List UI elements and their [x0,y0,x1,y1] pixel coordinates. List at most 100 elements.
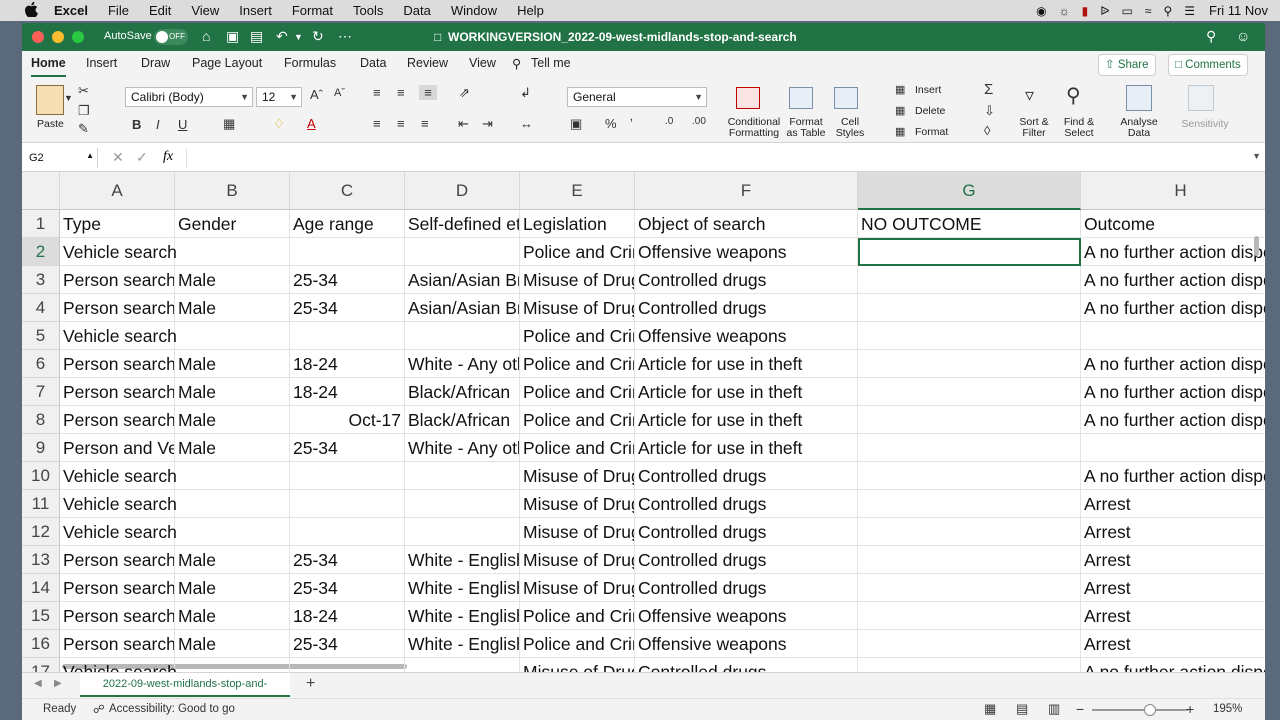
cell-g13[interactable] [858,546,1081,574]
more-commands-icon[interactable]: ⋯ [338,28,352,45]
row-header-16[interactable]: 16 [22,630,60,658]
menu-insert[interactable]: Insert [239,3,272,18]
font-color-icon[interactable]: A [307,116,316,131]
column-header-e[interactable]: E [520,172,635,210]
spotlight-search-icon[interactable]: ⚲ [1163,4,1172,18]
column-header-g[interactable]: G [858,172,1081,210]
cell-b10[interactable] [175,462,290,490]
cell-h7[interactable]: A no further action disposal [1081,378,1265,406]
cell-h17[interactable]: A no further action disposal [1081,658,1265,672]
row-header-14[interactable]: 14 [22,574,60,602]
cell-a5[interactable]: Vehicle search [60,322,177,350]
cell-b11[interactable] [175,490,290,518]
zoom-window-button[interactable] [72,31,84,43]
menu-format[interactable]: Format [292,3,333,18]
close-window-button[interactable] [32,31,44,43]
row-header-2[interactable]: 2 [22,238,60,266]
paste-clipboard-icon[interactable] [36,85,64,115]
cell-h11[interactable]: Arrest [1081,490,1265,518]
tab-formulas[interactable]: Formulas [284,56,336,70]
find-select-label-2[interactable]: Select [1060,128,1098,139]
row-header-5[interactable]: 5 [22,322,60,350]
conditional-formatting-label-2[interactable]: Formatting [722,128,786,139]
cell-d7[interactable]: Black/African [405,378,520,406]
wifi-icon[interactable]: ≈ [1145,4,1152,18]
row-header-9[interactable]: 9 [22,434,60,462]
row-header-3[interactable]: 3 [22,266,60,294]
cell-g10[interactable] [858,462,1081,490]
format-cells-icon[interactable]: ▦ [895,125,905,138]
paste-chevron-icon[interactable]: ▼ [64,93,73,103]
cell-f11[interactable]: Controlled drugs [635,490,858,518]
cell-g11[interactable] [858,490,1081,518]
cell-e3[interactable]: Misuse of Drugs Act 1971 [520,266,635,294]
delete-cells-icon[interactable]: ▦ [895,104,905,117]
cell-a6[interactable]: Person search [60,350,175,378]
cell-b13[interactable]: Male [175,546,290,574]
cell-g7[interactable] [858,378,1081,406]
cell-b5[interactable] [175,322,290,350]
cell-d3[interactable]: Asian/Asian British [405,266,520,294]
paste-label[interactable]: Paste [37,119,64,130]
cell-e11[interactable]: Misuse of Drugs Act 1971 [520,490,635,518]
cell-c17[interactable] [290,658,405,672]
cell-h16[interactable]: Arrest [1081,630,1265,658]
vertical-scrollbar[interactable] [1254,236,1259,256]
cell-b17[interactable] [175,658,290,672]
cell-g14[interactable] [858,574,1081,602]
cell-f1[interactable]: Object of search [635,210,858,238]
analyse-data-label-2[interactable]: Data [1119,128,1159,139]
cell-e13[interactable]: Misuse of Drugs Act 1971 [520,546,635,574]
cell-d12[interactable] [405,518,520,546]
cell-h8[interactable]: A no further action disposal [1081,406,1265,434]
cell-f12[interactable]: Controlled drugs [635,518,858,546]
undo-icon[interactable]: ↶ [276,28,288,45]
font-name-select[interactable]: Calibri (Body) ▼ [125,87,253,107]
select-all-corner[interactable] [22,172,60,210]
record-icon[interactable]: ◉ [1036,4,1046,18]
cell-d8[interactable]: Black/African [405,406,520,434]
decrease-decimal-icon[interactable]: .00 [692,116,706,127]
align-middle-icon[interactable]: ≡ [397,85,405,100]
delete-cells-label[interactable]: Delete [915,106,945,117]
row-header-12[interactable]: 12 [22,518,60,546]
cell-d9[interactable]: White - Any other [405,434,520,462]
decrease-indent-icon[interactable]: ⇤ [458,116,469,132]
analyse-data-icon[interactable] [1126,85,1152,111]
cell-c15[interactable]: 18-24 [290,602,405,630]
row-header-10[interactable]: 10 [22,462,60,490]
wrap-text-icon[interactable]: ↲ [520,85,531,101]
cell-c12[interactable] [290,518,405,546]
clear-icon[interactable]: ◊ [984,123,990,138]
increase-indent-icon[interactable]: ⇥ [482,116,493,132]
column-header-h[interactable]: H [1081,172,1265,210]
cell-b4[interactable]: Male [175,294,290,322]
zoom-out-button[interactable]: − [1076,701,1084,717]
cell-d11[interactable] [405,490,520,518]
format-painter-icon[interactable]: ✎ [78,121,89,137]
menu-edit[interactable]: Edit [149,3,171,18]
currency-format-icon[interactable]: ▣ [570,116,582,132]
cell-g16[interactable] [858,630,1081,658]
column-header-b[interactable]: B [175,172,290,210]
tab-view[interactable]: View [469,56,496,70]
cell-h14[interactable]: Arrest [1081,574,1265,602]
row-header-17[interactable]: 17 [22,658,60,672]
underline-icon[interactable]: U [178,117,187,132]
sort-filter-label-2[interactable]: Filter [1016,128,1052,139]
cell-h2[interactable]: A no further action disposal [1081,238,1265,266]
align-center-icon[interactable]: ≡ [397,116,405,131]
cell-h4[interactable]: A no further action disposal [1081,294,1265,322]
cell-a7[interactable]: Person search [60,378,175,406]
tab-review[interactable]: Review [407,56,448,70]
cell-c8[interactable]: Oct-17 [290,406,405,434]
cell-e2[interactable]: Police and Criminal Evidence Act 1984 [520,238,635,266]
row-header-6[interactable]: 6 [22,350,60,378]
menu-file[interactable]: File [108,3,129,18]
cell-h15[interactable]: Arrest [1081,602,1265,630]
cell-b16[interactable]: Male [175,630,290,658]
minimize-window-button[interactable] [52,31,64,43]
cell-f3[interactable]: Controlled drugs [635,266,858,294]
cell-h5[interactable] [1081,322,1265,350]
cell-g9[interactable] [858,434,1081,462]
